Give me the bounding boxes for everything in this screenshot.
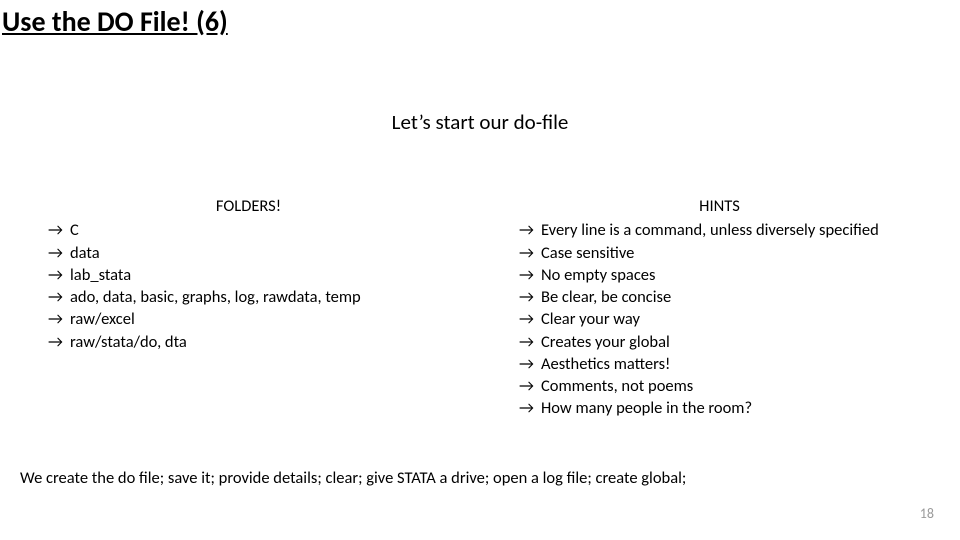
list-item: Aesthetics matters! [519, 353, 920, 375]
folders-column: FOLDERS! C data lab_stata ado, data, bas… [48, 195, 449, 420]
list-item: ado, data, basic, graphs, log, rawdata, … [48, 286, 449, 308]
list-item: No empty spaces [519, 264, 920, 286]
hints-header: HINTS [519, 195, 920, 217]
list-item: Creates your global [519, 331, 920, 353]
list-item: lab_stata [48, 264, 449, 286]
slide-subtitle: Let’s start our do-file [0, 109, 960, 135]
list-item: Clear your way [519, 308, 920, 330]
list-item: data [48, 242, 449, 264]
slide: Use the DO File! (6) Let’s start our do-… [0, 0, 960, 540]
list-item: Comments, not poems [519, 375, 920, 397]
footer-note: We create the do file; save it; provide … [20, 468, 686, 488]
content-columns: FOLDERS! C data lab_stata ado, data, bas… [0, 195, 960, 420]
list-item: raw/excel [48, 308, 449, 330]
page-number: 18 [920, 505, 934, 522]
folders-header: FOLDERS! [48, 195, 449, 217]
folders-list: C data lab_stata ado, data, basic, graph… [48, 219, 449, 353]
list-item: Every line is a command, unless diversel… [519, 219, 920, 241]
list-item: raw/stata/do, dta [48, 331, 449, 353]
list-item: Be clear, be concise [519, 286, 920, 308]
slide-title: Use the DO File! (6) [0, 0, 960, 39]
list-item: How many people in the room? [519, 397, 920, 419]
hints-list: Every line is a command, unless diversel… [519, 219, 920, 419]
list-item: Case sensitive [519, 242, 920, 264]
list-item: C [48, 219, 449, 241]
hints-column: HINTS Every line is a command, unless di… [519, 195, 920, 420]
